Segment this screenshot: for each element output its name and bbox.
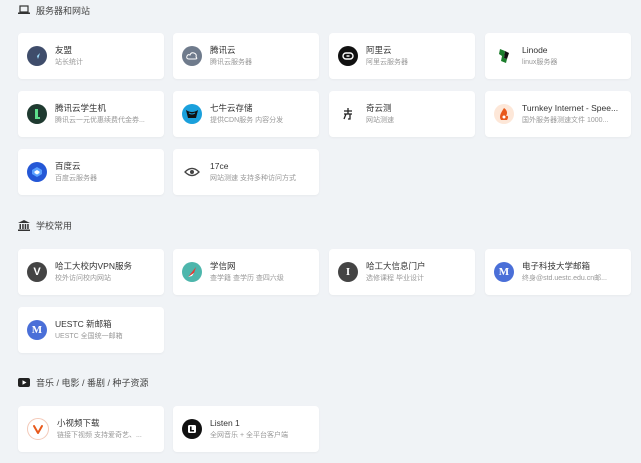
youtube-icon (18, 376, 30, 388)
card-desc: 查学籍 查学历 查四六级 (210, 274, 284, 282)
site-card-uestc-mail[interactable]: M 电子科技大学邮箱终身@std.uestc.edu.cn邮... (485, 249, 631, 295)
section-header-media: 音乐 / 电影 / 番剧 / 种子资源 (18, 375, 149, 389)
letter-m-icon: M (27, 320, 47, 340)
letter-v-icon: V (27, 262, 47, 282)
section-title: 学校常用 (36, 220, 73, 231)
baidu-cloud-icon (27, 162, 47, 182)
site-card-tencent-cloud[interactable]: 腾讯云 腾讯云服务器 (173, 33, 319, 79)
turnkey-icon (494, 104, 514, 124)
card-title: 阿里云 (366, 44, 392, 55)
card-title: 电子科技大学邮箱 (522, 260, 591, 271)
site-card-linode[interactable]: Linode linux服务器 (485, 33, 631, 79)
letter-i-icon: I (338, 262, 358, 282)
card-title: 哈工大信息门户 (366, 260, 426, 271)
laptop-icon (18, 4, 30, 16)
tencent-student-icon (27, 104, 47, 124)
card-desc: 校外访问校内网站 (55, 274, 111, 282)
section-header-school: 学校常用 (18, 218, 72, 232)
section-title: 音乐 / 电影 / 番剧 / 种子资源 (36, 377, 149, 388)
card-desc: 网站测速 (366, 116, 394, 124)
card-desc: 站长统计 (55, 58, 83, 66)
qiniu-icon (182, 104, 202, 124)
card-desc: 阿里云服务器 (366, 58, 408, 66)
listen1-icon (182, 419, 202, 439)
eye-icon (182, 162, 202, 182)
letter-m-icon: M (494, 262, 514, 282)
card-desc: 全网音乐 + 全平台客户端 (210, 431, 288, 439)
site-card-qiniu[interactable]: 七牛云存储提供CDN服务 内容分发 (173, 91, 319, 137)
site-card-chsi[interactable]: 学信网查学籍 查学历 查四六级 (173, 249, 319, 295)
site-card-17ce[interactable]: 17ce 网站测速 支持多种访问方式 (173, 149, 319, 195)
card-desc: 链接下视频 支持爱奇艺、... (57, 431, 142, 439)
section-title: 服务器和网站 (36, 5, 91, 16)
card-desc: UESTC 全国统一邮箱 (55, 332, 123, 340)
card-title: Listen 1 (210, 417, 240, 428)
card-title: 17ce (210, 160, 229, 171)
qiyunce-icon (338, 104, 358, 124)
card-desc: 腾讯云服务器 (210, 58, 252, 66)
site-card-hit-portal[interactable]: I 哈工大信息门户 选修课程 毕业设计 (329, 249, 475, 295)
card-title: 哈工大校内VPN服务 (55, 260, 132, 271)
site-card-aliyun[interactable]: 阿里云 阿里云服务器 (329, 33, 475, 79)
card-title: 百度云 (55, 160, 81, 171)
linode-icon (494, 46, 514, 66)
card-title: 腾讯云学生机 (55, 102, 107, 113)
chsi-icon (182, 262, 202, 282)
site-card-tencent-student[interactable]: 腾讯云学生机腾讯云一元优惠续费代金券... (18, 91, 164, 137)
umeng-icon (27, 46, 47, 66)
card-desc: 国外服务器测速文件 1000... (522, 116, 609, 124)
site-card-uestc-new-mail[interactable]: M UESTC 新邮箱 UESTC 全国统一邮箱 (18, 307, 164, 353)
site-card-umeng[interactable]: 友盟 站长统计 (18, 33, 164, 79)
aliyun-icon (338, 46, 358, 66)
card-desc: 终身@std.uestc.edu.cn邮... (522, 274, 607, 282)
card-title: Linode (522, 44, 548, 55)
card-desc: 提供CDN服务 内容分发 (210, 116, 284, 124)
site-card-turnkey[interactable]: Turnkey Internet - Spee... 国外服务器测速文件 1000… (485, 91, 631, 137)
university-icon (18, 219, 30, 231)
card-title: Turnkey Internet - Spee... (522, 102, 619, 113)
card-title: 学信网 (210, 260, 236, 271)
site-card-baidu-cloud[interactable]: 百度云 百度云服务器 (18, 149, 164, 195)
site-card-video-download[interactable]: 小视频下载链接下视频 支持爱奇艺、... (18, 406, 164, 452)
video-download-icon (27, 418, 49, 440)
card-title: 七牛云存储 (210, 102, 253, 113)
site-card-hit-vpn[interactable]: V 哈工大校内VPN服务 校外访问校内网站 (18, 249, 164, 295)
section-header-servers: 服务器和网站 (18, 3, 90, 17)
card-desc: linux服务器 (522, 58, 558, 66)
card-title: 小视频下载 (57, 417, 100, 428)
site-card-listen1[interactable]: Listen 1 全网音乐 + 全平台客户端 (173, 406, 319, 452)
card-desc: 百度云服务器 (55, 174, 97, 182)
cloud-icon (182, 46, 202, 66)
card-title: 奇云测 (366, 102, 392, 113)
site-card-qiyunce[interactable]: 奇云测 网站测速 (329, 91, 475, 137)
card-title: 友盟 (55, 44, 73, 55)
card-title: 腾讯云 (210, 44, 236, 55)
card-desc: 腾讯云一元优惠续费代金券... (55, 116, 145, 124)
card-desc: 网站测速 支持多种访问方式 (210, 174, 296, 182)
card-desc: 选修课程 毕业设计 (366, 274, 424, 282)
card-title: UESTC 新邮箱 (55, 318, 112, 329)
